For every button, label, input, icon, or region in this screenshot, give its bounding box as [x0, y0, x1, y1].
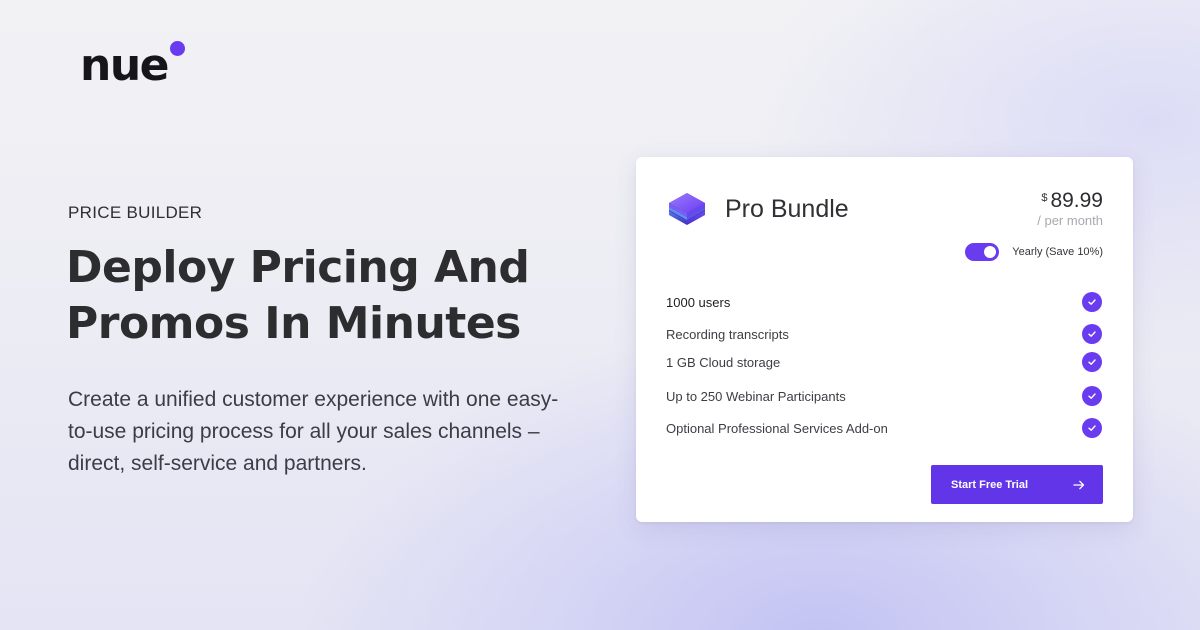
- check-circle-icon: [1082, 352, 1102, 372]
- feature-label: 1 GB Cloud storage: [666, 354, 781, 370]
- logo-wordmark: nue: [80, 40, 170, 91]
- feature-label: Recording transcripts: [666, 326, 789, 342]
- feature-item: 1 GB Cloud storage: [666, 350, 1103, 374]
- feature-item: Up to 250 Webinar Participants: [666, 384, 1103, 408]
- price-amount: 89.99: [1050, 189, 1103, 212]
- billing-toggle-row: Yearly (Save 10%): [965, 243, 1103, 261]
- feature-label: Optional Professional Services Add-on: [666, 420, 888, 436]
- billing-toggle-label: Yearly (Save 10%): [1012, 246, 1103, 258]
- feature-item: 1000 users: [666, 290, 1103, 314]
- start-free-trial-button[interactable]: Start Free Trial: [931, 465, 1103, 504]
- check-circle-icon: [1082, 292, 1102, 312]
- layered-cube-icon: [669, 193, 705, 225]
- logo-dot-icon: [170, 41, 185, 56]
- toggle-knob: [984, 246, 997, 258]
- pricing-card: Pro Bundle $ 89.99 / per month Yearly (S…: [636, 157, 1133, 522]
- headline-line-1: Deploy Pricing And: [66, 242, 530, 293]
- plan-name: Pro Bundle: [725, 195, 849, 223]
- cta-label: Start Free Trial: [951, 478, 1029, 491]
- section-eyebrow: PRICE BUILDER: [68, 203, 203, 222]
- check-circle-icon: [1082, 324, 1102, 344]
- hero-description: Create a unified customer experience wit…: [68, 388, 559, 475]
- plan-price: $ 89.99: [1041, 189, 1103, 213]
- check-circle-icon: [1082, 418, 1102, 438]
- brand-logo[interactable]: nue: [80, 40, 185, 91]
- headline-line-2: Promos In Minutes: [66, 298, 521, 349]
- price-period: / per month: [1037, 213, 1103, 228]
- feature-item: Recording transcripts: [666, 322, 1103, 346]
- yearly-billing-toggle[interactable]: [965, 243, 1000, 261]
- price-currency: $: [1041, 192, 1048, 204]
- feature-label: 1000 users: [666, 294, 731, 310]
- hero-headline: Deploy Pricing And Promos In Minutes: [66, 240, 586, 352]
- feature-item: Optional Professional Services Add-on: [666, 416, 1103, 440]
- check-circle-icon: [1082, 386, 1102, 406]
- arrow-right-icon: [1073, 480, 1085, 490]
- feature-label: Up to 250 Webinar Participants: [666, 388, 846, 404]
